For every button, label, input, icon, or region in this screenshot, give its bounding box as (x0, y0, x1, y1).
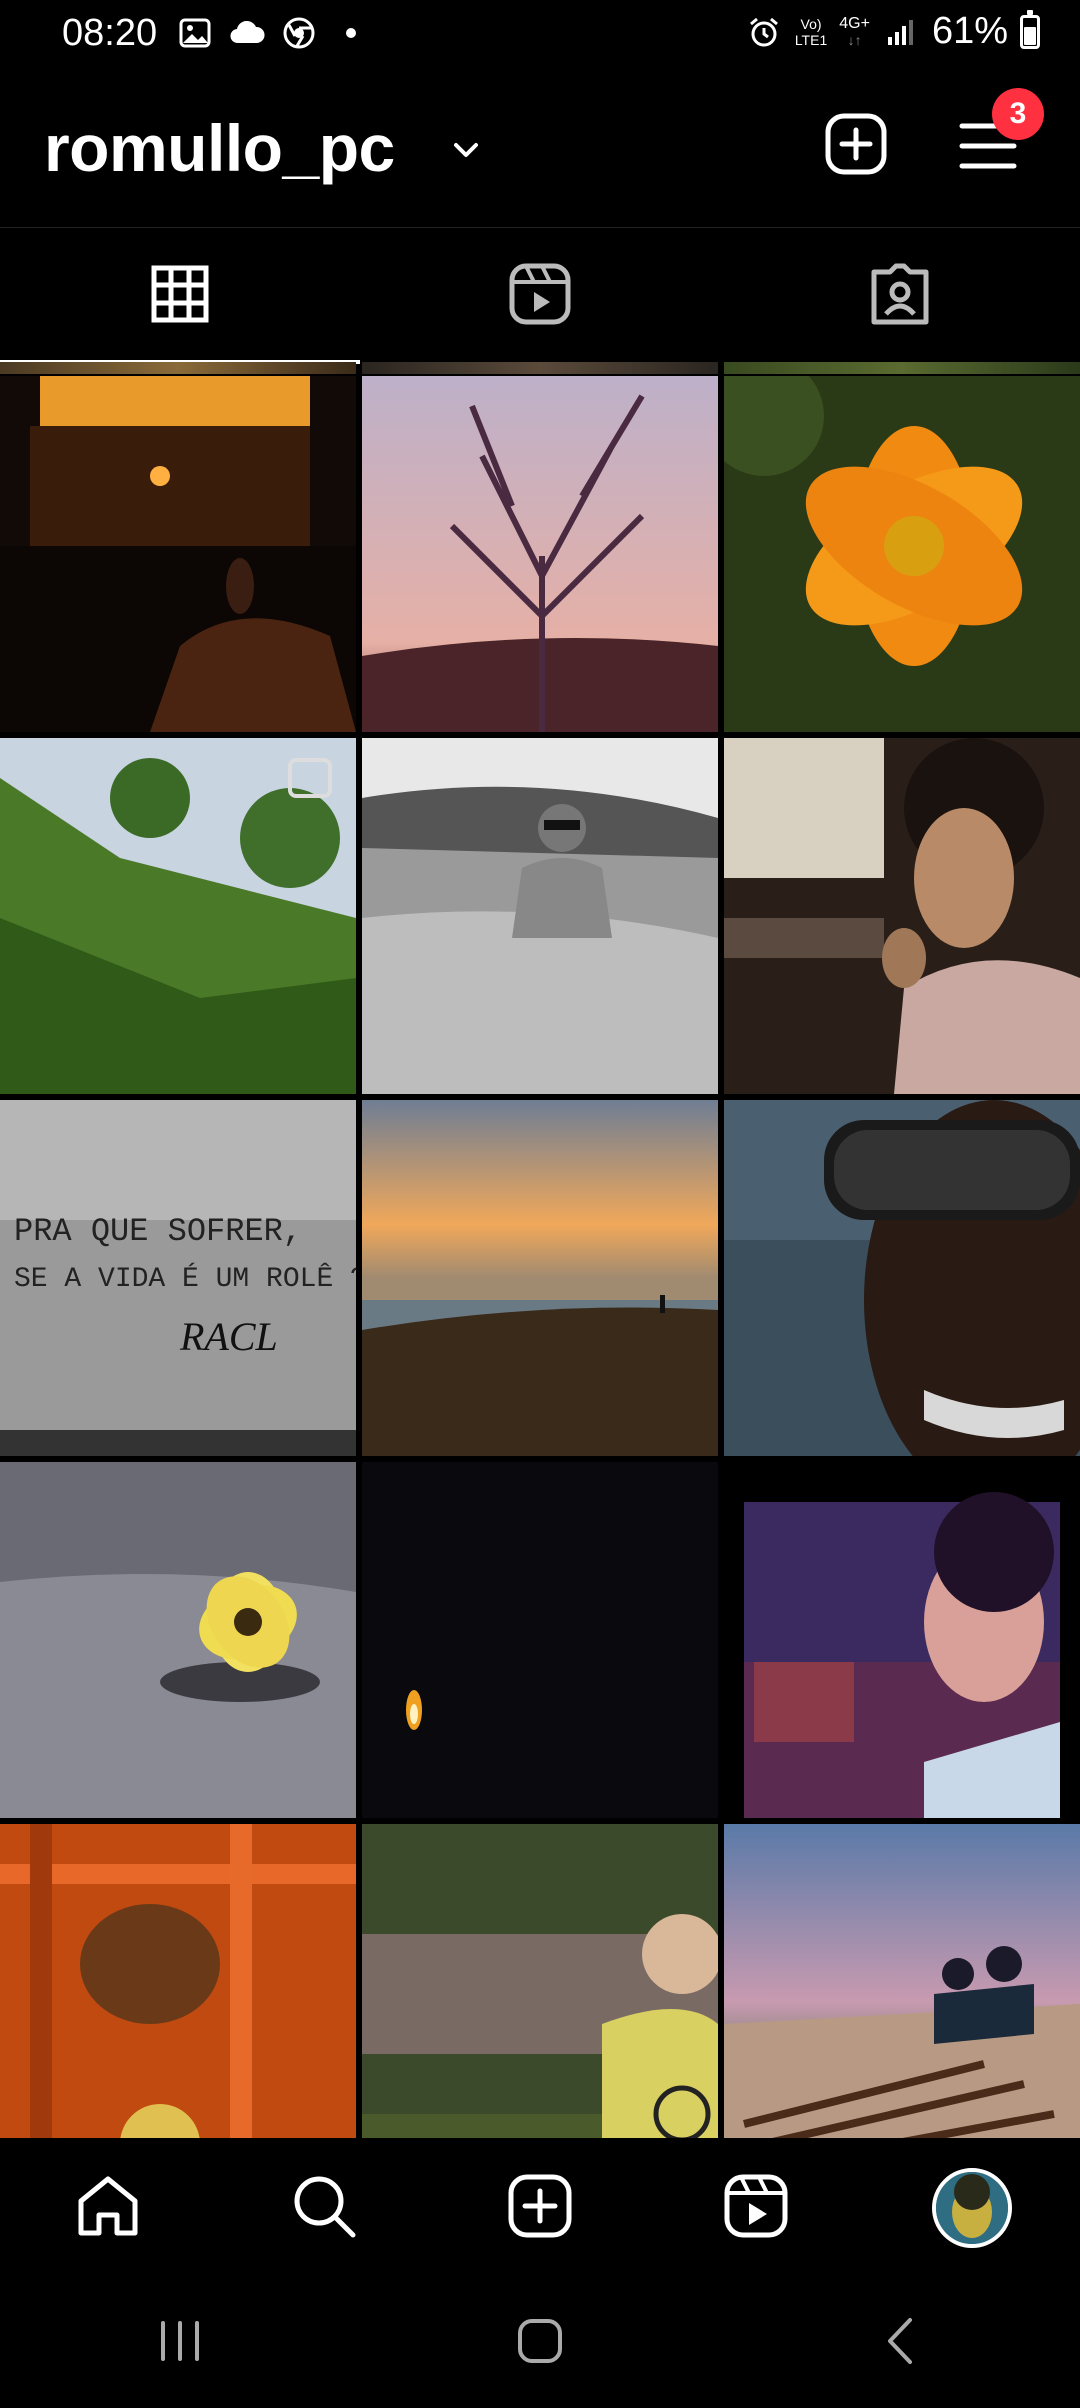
recent-apps-button[interactable] (120, 2303, 240, 2383)
profile-avatar (932, 2168, 1012, 2248)
search-icon (289, 2171, 359, 2246)
tagged-icon (868, 262, 932, 331)
network-volte: Vo) LTE1 (795, 16, 827, 48)
post-thumbnail[interactable] (0, 1824, 356, 2138)
post-thumbnail[interactable] (0, 738, 356, 1094)
profile-tabs (0, 228, 1080, 364)
graffiti-signature: RACL (179, 1314, 278, 1359)
gallery-icon (176, 14, 214, 52)
battery-percent: 61% (931, 10, 1008, 52)
tab-grid[interactable] (0, 228, 360, 364)
alarm-icon (745, 13, 783, 51)
tab-reels[interactable] (360, 228, 720, 364)
recent-apps-icon (155, 2319, 205, 2368)
battery-fill (1024, 27, 1036, 45)
post-thumbnail[interactable] (0, 1462, 356, 1818)
post-thumbnail[interactable] (724, 1100, 1080, 1456)
nav-home[interactable] (48, 2148, 168, 2268)
system-nav (0, 2278, 1080, 2408)
dot-icon (332, 14, 370, 52)
reels-icon (508, 262, 572, 331)
create-icon (505, 2171, 575, 2246)
partial-post-top[interactable] (362, 362, 718, 374)
partial-post-top[interactable] (724, 362, 1080, 374)
chrome-icon (280, 14, 318, 52)
nav-search[interactable] (264, 2148, 384, 2268)
post-thumbnail[interactable] (724, 376, 1080, 732)
username-switcher[interactable]: romullo_pc (44, 110, 395, 186)
home-button[interactable] (480, 2303, 600, 2383)
status-bar: 08:20 Vo) LTE1 4G+ ↓↑ 61% (0, 0, 1080, 72)
post-thumbnail-graffiti[interactable]: PRA QUE SOFRER, SE A VIDA É UM ROLÊ ? RA… (0, 1100, 356, 1456)
post-thumbnail[interactable] (724, 1462, 1080, 1818)
notification-badge: 3 (992, 88, 1044, 140)
post-thumbnail[interactable] (362, 1824, 718, 2138)
nav-reels[interactable] (696, 2148, 816, 2268)
nav-create[interactable] (480, 2148, 600, 2268)
post-thumbnail[interactable] (0, 376, 356, 732)
network-volte-top: Vo) (800, 15, 822, 32)
post-thumbnail[interactable] (362, 376, 718, 732)
home-icon (73, 2171, 143, 2246)
network-gen: 4G+ ↓↑ (839, 14, 870, 48)
network-volte-bottom: LTE1 (794, 31, 828, 48)
status-left-icons (176, 14, 370, 52)
post-thumbnail[interactable] (362, 1100, 718, 1456)
posts-grid: PRA QUE SOFRER, SE A VIDA É UM ROLÊ ? RA… (0, 362, 1080, 2138)
status-time: 08:20 (62, 12, 158, 54)
reels-icon (721, 2171, 791, 2246)
post-thumbnail[interactable] (362, 1462, 718, 1818)
grid-icon (150, 264, 210, 329)
cloud-icon (228, 14, 266, 52)
chevron-down-icon[interactable] (448, 132, 484, 168)
back-icon (880, 2316, 920, 2371)
post-thumbnail[interactable] (724, 1824, 1080, 2138)
bottom-nav (0, 2138, 1080, 2278)
home-square-icon (515, 2316, 565, 2371)
profile-header: romullo_pc 3 (0, 72, 1080, 228)
signal-icon (882, 13, 920, 51)
create-post-button[interactable] (820, 108, 892, 180)
post-thumbnail[interactable] (362, 738, 718, 1094)
status-right-icons: Vo) LTE1 4G+ ↓↑ 61% (745, 9, 1040, 53)
data-arrows-icon: ↓↑ (847, 31, 862, 48)
partial-post-top[interactable] (0, 362, 356, 374)
nav-profile[interactable] (912, 2148, 1032, 2268)
post-thumbnail[interactable] (724, 738, 1080, 1094)
network-gen-label: 4G+ (839, 14, 870, 32)
battery-icon (1020, 9, 1040, 49)
tab-tagged[interactable] (720, 228, 1080, 364)
graffiti-text-line1: PRA QUE SOFRER, (14, 1213, 302, 1250)
graffiti-text-line2: SE A VIDA É UM ROLÊ ? (14, 1263, 356, 1295)
back-button[interactable] (840, 2303, 960, 2383)
